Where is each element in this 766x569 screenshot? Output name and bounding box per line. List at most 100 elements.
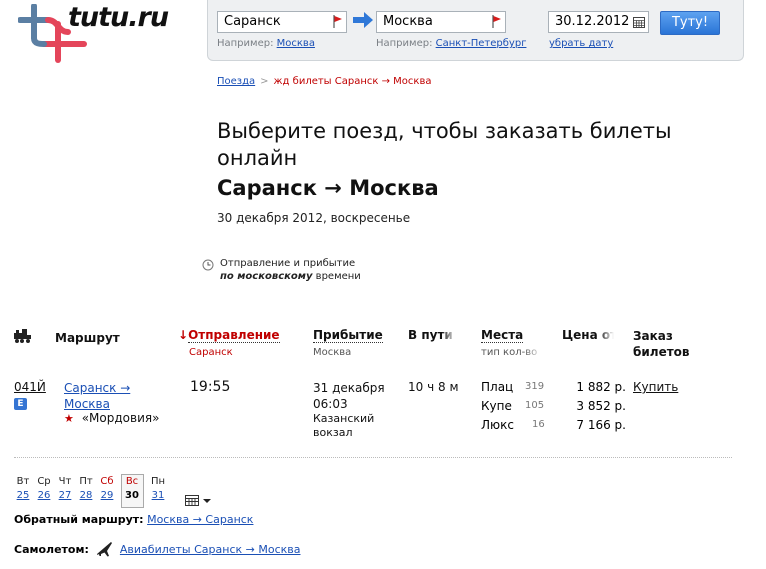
seat-price: 7 166 р. <box>576 418 626 432</box>
e-ticket-badge: E <box>14 398 27 410</box>
col-order-line1: Заказ <box>633 329 673 343</box>
seat-count: 16 <box>532 419 545 430</box>
to-station-input[interactable]: Москва <box>376 11 506 33</box>
arrival-date: 31 декабря <box>313 381 385 395</box>
to-hint-link[interactable]: Санкт-Петербург <box>436 38 527 49</box>
calendar-day-name: Пн <box>150 476 166 487</box>
train-number-link[interactable]: 041Й <box>14 380 46 394</box>
breadcrumb-separator: > <box>260 76 269 87</box>
logo-text[interactable]: tutu.ru <box>68 2 169 33</box>
calendar-day[interactable]: Сб 29 <box>96 476 118 501</box>
calendar-day-name: Ср <box>37 476 51 487</box>
seat-class-row: Купе 105 3 852 р. <box>481 399 626 413</box>
flag-icon <box>492 15 501 28</box>
train-name: ★ «Мордовия» <box>64 411 159 425</box>
return-route: Обратный маршрут: Москва → Саранск <box>14 513 253 526</box>
calendar-day[interactable]: Пн 31 <box>147 476 169 501</box>
route-cell: Саранск → Москва <box>64 380 130 412</box>
branded-star-icon: ★ <box>64 412 74 425</box>
arrival-cell: 31 декабря 06:03 Казанский вокзал <box>313 380 385 440</box>
date-input[interactable]: 30.12.2012 <box>548 11 649 33</box>
search-panel: Саранск Москва 30.12.2012 Туту! Например… <box>207 0 744 61</box>
col-arrival-header[interactable]: Прибытие <box>313 328 383 343</box>
to-station-value: Москва <box>383 14 433 29</box>
timezone-note: Отправление и прибытие по московскому вр… <box>202 257 361 283</box>
col-price-header[interactable]: Цена от <box>562 328 614 342</box>
from-station-input[interactable]: Саранск <box>217 11 347 33</box>
from-hint-link[interactable]: Москва <box>277 38 315 49</box>
col-route-header: Маршрут <box>55 331 120 345</box>
col-arrival-sub: Москва <box>313 347 352 358</box>
return-route-label: Обратный маршрут: <box>14 513 144 526</box>
duration: 10 ч 8 м <box>408 380 459 394</box>
from-station-value: Саранск <box>224 14 281 29</box>
clock-icon <box>202 259 214 271</box>
calendar-day-date[interactable]: 31 <box>147 490 169 501</box>
calendar-day-date[interactable]: 28 <box>75 490 97 501</box>
col-departure-header[interactable]: ↓Отправление <box>178 328 280 343</box>
col-order-header: Заказ билетов <box>633 328 690 360</box>
date-line: 30 декабря 2012, воскресенье <box>217 211 411 225</box>
col-price-label: Цена от <box>562 328 614 342</box>
route-title: Саранск → Москва <box>217 176 439 200</box>
calendar-day-name: Вт <box>16 476 30 487</box>
flag-icon <box>333 15 342 28</box>
train-icon <box>14 329 31 343</box>
calendar-dropdown-button[interactable] <box>185 492 213 511</box>
timezone-line1: Отправление и прибытие <box>220 258 356 269</box>
route-from-link[interactable]: Саранск → <box>64 380 130 396</box>
calendar-day-selected: Вс 30 <box>121 476 143 501</box>
seat-price: 3 852 р. <box>576 399 626 413</box>
timezone-line2: времени <box>312 271 361 282</box>
col-seats-label: Места <box>481 328 524 343</box>
seat-type: Люкс <box>481 418 514 432</box>
arrival-time: 06:03 <box>313 397 348 411</box>
breadcrumb-root-link[interactable]: Поезда <box>217 76 255 87</box>
calendar-day-date[interactable]: 25 <box>12 490 34 501</box>
calendar-day-date[interactable]: 29 <box>96 490 118 501</box>
train-name-text: «Мордовия» <box>81 411 160 425</box>
page-heading: Выберите поезд, чтобы заказать билеты он… <box>217 119 672 170</box>
calendar-day-date: 30 <box>125 490 139 501</box>
calendar-day-name: Вс <box>125 476 139 487</box>
date-clear-link[interactable]: убрать дату <box>549 38 613 49</box>
timezone-emphasis: по московскому <box>220 271 313 282</box>
date-clear-hint: убрать дату <box>549 38 613 49</box>
col-seats-sub: тип кол-во <box>481 347 538 358</box>
col-seats-header[interactable]: Места <box>481 328 524 343</box>
seat-class-row: Плац 319 1 882 р. <box>481 380 626 394</box>
col-departure-label: Отправление <box>188 328 280 343</box>
col-order-line2: билетов <box>633 345 690 359</box>
calendar-icon[interactable] <box>633 17 645 28</box>
to-hint: Например: Санкт-Петербург <box>376 38 526 49</box>
calendar-day-date[interactable]: 27 <box>54 490 76 501</box>
col-duration-header[interactable]: В пути <box>408 328 456 342</box>
row-divider <box>14 457 732 458</box>
arrival-station-2: вокзал <box>313 426 353 439</box>
calendar-day[interactable]: Ср 26 <box>33 476 55 501</box>
col-duration-label: В пути <box>408 328 453 342</box>
seat-count: 319 <box>525 381 545 392</box>
calendar-day[interactable]: Вт 25 <box>12 476 34 501</box>
seat-price: 1 882 р. <box>576 380 626 394</box>
breadcrumb: Поезда > жд билеты Саранск → Москва <box>217 76 431 87</box>
route-to-link[interactable]: Москва <box>64 396 130 412</box>
search-submit-button[interactable]: Туту! <box>660 11 720 35</box>
departure-time: 19:55 <box>190 379 231 395</box>
calendar-day[interactable]: Чт 27 <box>54 476 76 501</box>
calendar-day-name: Чт <box>58 476 72 487</box>
buy-ticket-link[interactable]: Купить <box>633 380 678 394</box>
calendar-day-date[interactable]: 26 <box>33 490 55 501</box>
from-hint-label: Например: <box>217 38 274 49</box>
calendar-day[interactable]: Пт 28 <box>75 476 97 501</box>
seat-type: Плац <box>481 380 514 394</box>
breadcrumb-current: жд билеты Саранск → Москва <box>273 76 432 87</box>
calendar-dropdown-icon <box>185 495 211 506</box>
swap-arrow-icon <box>353 12 373 28</box>
col-departure-sub: Саранск <box>189 347 233 358</box>
by-plane-row: Самолетом: Авиабилеты Саранск → Москва <box>14 541 300 557</box>
flight-tickets-link[interactable]: Авиабилеты Саранск → Москва <box>120 543 301 556</box>
return-route-link[interactable]: Москва → Саранск <box>147 513 253 526</box>
from-hint: Например: Москва <box>217 38 315 49</box>
seat-type: Купе <box>481 399 512 413</box>
